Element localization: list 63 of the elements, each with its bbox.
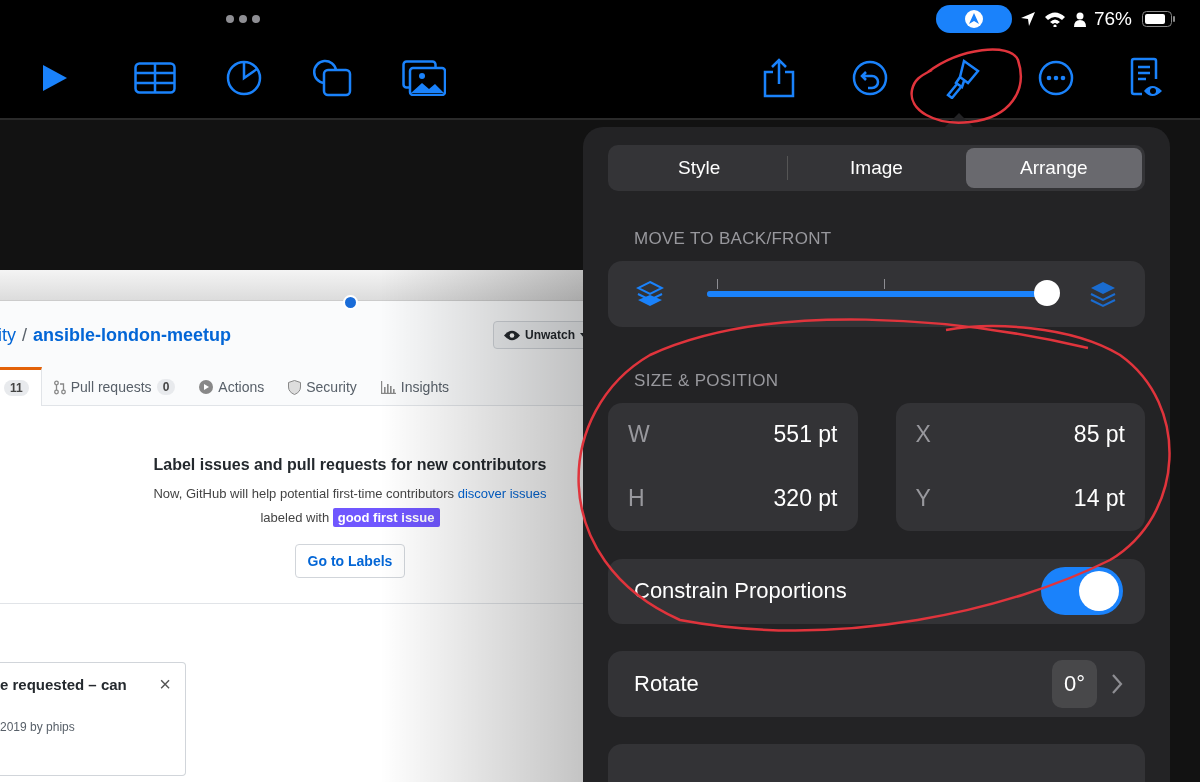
close-icon[interactable]: × bbox=[159, 673, 171, 696]
segment-tab[interactable]: Style bbox=[611, 148, 788, 188]
dimension-field[interactable]: 320 pt bbox=[773, 485, 838, 512]
table-icon[interactable] bbox=[134, 62, 176, 94]
share-icon[interactable] bbox=[762, 58, 796, 98]
multitasking-dots-icon[interactable] bbox=[225, 14, 261, 24]
more-icon[interactable] bbox=[1038, 60, 1074, 96]
field-label: W bbox=[628, 421, 650, 448]
location-icon bbox=[1019, 11, 1036, 27]
issue-card[interactable]: e requested – can × 2019 by phips bbox=[0, 662, 186, 776]
paintbrush-icon[interactable] bbox=[944, 57, 982, 99]
dimension-field[interactable]: 551 pt bbox=[773, 421, 838, 448]
count-badge: 11 bbox=[4, 380, 29, 396]
person-icon bbox=[1073, 11, 1086, 27]
pull-request-icon bbox=[53, 379, 66, 395]
discover-issues-link[interactable]: discover issues bbox=[457, 486, 547, 501]
bar-graph-icon bbox=[380, 380, 396, 394]
section-header: SIZE & POSITION bbox=[634, 370, 780, 391]
navigation-pill-icon[interactable] bbox=[935, 5, 1012, 33]
empty-state-description: Now, GitHub will help potential first-time contributors discover issues labeled with good first issue bbox=[153, 485, 547, 529]
wifi-icon bbox=[1043, 11, 1066, 27]
field-label: Y bbox=[915, 485, 931, 512]
empty-state-heading: Label issues and pull requests for new contributors bbox=[153, 456, 547, 474]
segment-tab[interactable]: Image bbox=[788, 148, 965, 188]
count-badge: 0 bbox=[156, 379, 176, 395]
repo-tab[interactable]: 11 bbox=[0, 367, 42, 406]
issue-title: e requested – can bbox=[0, 676, 127, 693]
section-header: MOVE TO BACK/FRONT bbox=[634, 229, 833, 249]
segment-tab[interactable]: Arrange bbox=[965, 148, 1142, 188]
battery-icon bbox=[1142, 11, 1176, 27]
send-to-back-icon[interactable] bbox=[636, 279, 664, 308]
constrain-label: Constrain Proportions bbox=[634, 578, 847, 605]
repo-tab[interactable]: Pull requests 0 bbox=[41, 368, 188, 406]
pie-chart-icon[interactable] bbox=[226, 60, 262, 96]
issue-label-tag[interactable]: good first issue bbox=[332, 508, 440, 527]
toggle-switch[interactable] bbox=[1041, 567, 1123, 616]
shapes-icon[interactable] bbox=[312, 59, 352, 97]
dimension-field[interactable]: 14 pt bbox=[1073, 485, 1125, 512]
rotate-row[interactable]: Rotate 0° bbox=[608, 651, 1145, 717]
repo-tab[interactable]: Security bbox=[276, 368, 369, 406]
play-icon[interactable] bbox=[41, 63, 69, 93]
media-icon[interactable] bbox=[402, 60, 446, 96]
repo-owner-link[interactable]: ity bbox=[0, 324, 16, 346]
eye-icon bbox=[504, 329, 520, 341]
bring-to-front-icon[interactable] bbox=[1089, 279, 1117, 308]
issue-meta: 2019 by phips bbox=[0, 720, 76, 734]
slider-thumb[interactable] bbox=[1034, 279, 1060, 306]
repo-tab[interactable]: Insights bbox=[368, 368, 462, 406]
reader-view-icon[interactable] bbox=[1130, 57, 1164, 99]
rotate-label: Rotate bbox=[634, 670, 699, 697]
go-to-labels-button[interactable]: Go to Labels bbox=[294, 544, 406, 578]
repo-tab[interactable]: Actions bbox=[187, 368, 277, 406]
chevron-right-icon bbox=[1111, 672, 1123, 695]
shield-icon bbox=[288, 379, 302, 395]
undo-icon[interactable] bbox=[852, 60, 888, 96]
dimension-field[interactable]: 85 pt bbox=[1073, 421, 1125, 448]
repo-name-link[interactable]: ansible-london-meetup bbox=[33, 324, 231, 346]
rotation-field[interactable]: 0° bbox=[1051, 659, 1097, 708]
battery-percentage: 76% bbox=[1093, 8, 1132, 30]
breadcrumb-separator: / bbox=[22, 324, 27, 346]
field-label: H bbox=[628, 485, 645, 512]
play-circle-icon bbox=[199, 380, 214, 394]
field-label: X bbox=[915, 421, 931, 448]
